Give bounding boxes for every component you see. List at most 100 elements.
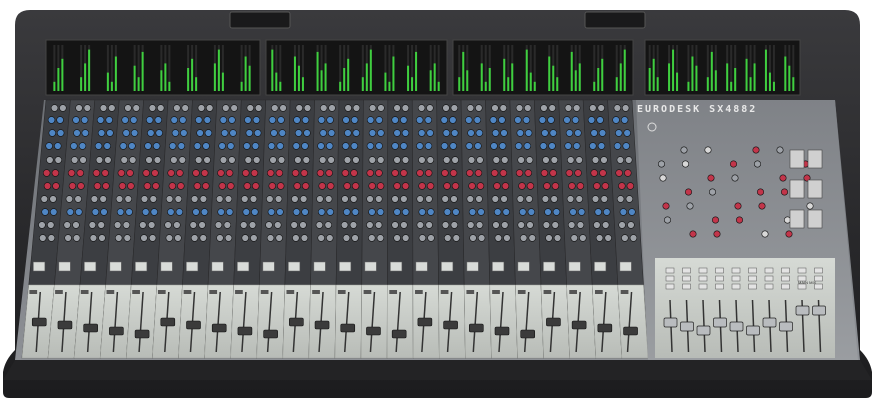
meter-level [84, 63, 87, 91]
channel-knob [328, 104, 336, 112]
meter-level [548, 56, 551, 91]
channel-knob [351, 234, 359, 242]
channel-knob [218, 182, 226, 190]
channel-knob [553, 234, 562, 242]
meter-level [570, 51, 573, 91]
channel-knob [68, 182, 77, 190]
channel-knob [601, 221, 610, 229]
channel-knob [143, 182, 152, 190]
channel-knob [152, 182, 160, 190]
group-button [665, 275, 675, 282]
master-button [807, 179, 823, 199]
channel-knob [342, 234, 351, 242]
channel-knob [401, 208, 410, 216]
channel-knob [350, 169, 358, 177]
channel-knob [225, 169, 234, 177]
channel-knob [449, 142, 457, 150]
channel-knob [526, 221, 534, 229]
channel-knob [524, 104, 532, 112]
channel-knob [149, 195, 158, 203]
meter-panel [45, 39, 261, 96]
channel-knob [106, 129, 114, 137]
channel-knob [66, 208, 74, 216]
channel-knob [145, 156, 153, 164]
group-button [731, 275, 741, 282]
channel-knob [576, 182, 585, 190]
fader-label-strip [440, 290, 449, 294]
channel-knob [274, 221, 282, 229]
channel-knob [267, 142, 276, 150]
meter-level [668, 63, 671, 91]
meter-level [615, 77, 618, 91]
channel-knob [128, 142, 136, 150]
channel-knob [169, 142, 177, 150]
channel-knob [450, 195, 458, 203]
channel-knob [292, 208, 301, 216]
channel-knob [498, 142, 507, 150]
channel-knob [619, 208, 628, 216]
channel-knob [418, 129, 426, 137]
channel-knob [465, 142, 473, 150]
meter-level [462, 51, 465, 91]
channel-knob [491, 104, 499, 112]
channel-knob [519, 208, 527, 216]
channel-knob [500, 195, 508, 203]
channel-knob [401, 234, 410, 242]
channel-knob [377, 104, 385, 112]
channel-knob [551, 182, 560, 190]
fader-label-strip [106, 290, 115, 294]
channel-button [466, 261, 479, 272]
meter-level [726, 63, 729, 91]
channel-knob [401, 182, 410, 190]
master-knob [689, 230, 697, 238]
top-handle-left [229, 11, 291, 29]
channel-knob [575, 195, 583, 203]
channel-button [237, 261, 250, 272]
channel-knob [498, 116, 506, 124]
channel-knob [515, 104, 524, 112]
meter-level [415, 51, 418, 91]
channel-knob [545, 234, 553, 242]
channel-knob [540, 104, 548, 112]
channel-knob [400, 195, 408, 203]
channel-knob [115, 195, 124, 203]
channel-knob [205, 104, 214, 112]
group-fader-cap [746, 325, 760, 336]
channel-knob [393, 182, 401, 190]
channel-knob [118, 182, 127, 190]
fader-cap [417, 317, 433, 327]
channel-button [441, 261, 454, 272]
channel-knob [293, 116, 301, 124]
channel-knob [524, 129, 533, 137]
channel-knob [268, 116, 277, 124]
channel-knob [251, 208, 259, 216]
fader-label-strip [80, 290, 89, 294]
meter-level [137, 77, 140, 91]
channel-knob [192, 208, 200, 216]
channel-knob [46, 156, 54, 164]
group-button [797, 283, 807, 290]
group-button [748, 267, 757, 274]
channel-knob [574, 169, 582, 177]
channel-knob [74, 195, 82, 203]
channel-knob [51, 169, 60, 177]
channel-button [594, 261, 607, 272]
channel-knob [225, 208, 234, 216]
meter-level [552, 65, 555, 91]
channel-knob [292, 234, 300, 242]
channel-knob [325, 169, 333, 177]
channel-button [568, 261, 581, 272]
meter-level [114, 56, 117, 91]
channel-knob [501, 182, 510, 190]
channel-knob [441, 195, 449, 203]
channel-knob [475, 129, 484, 137]
channel-knob [291, 169, 300, 177]
meter-level [384, 72, 387, 91]
meter-level [347, 58, 350, 91]
channel-knob [73, 129, 81, 137]
channel-knob [50, 104, 59, 112]
channel-knob [492, 156, 501, 164]
channel-knob [344, 129, 352, 137]
channel-knob [173, 221, 181, 229]
master-button [789, 209, 805, 229]
